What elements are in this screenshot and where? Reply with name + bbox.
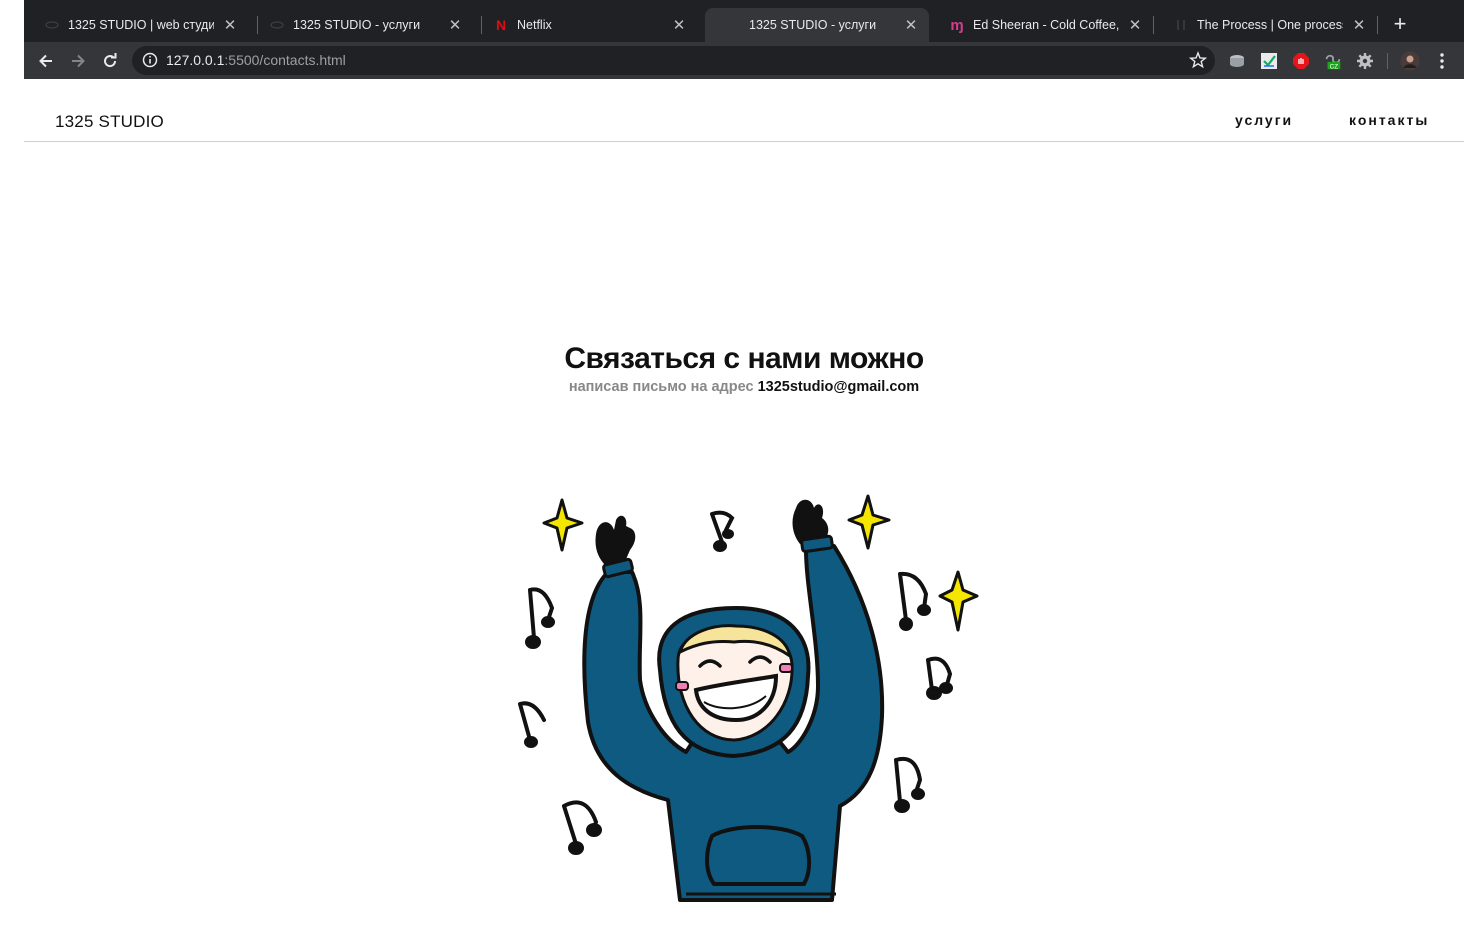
browser-tab-active[interactable]: 1325 STUDIO - услуги ✕: [705, 8, 929, 42]
left-blush: [675, 681, 689, 691]
music-note-icon: [894, 757, 925, 813]
contact-text: написав письмо на адрес: [568, 379, 754, 395]
tab-title: 1325 STUDIO - услуги: [749, 18, 877, 32]
blank-favicon: [725, 17, 741, 33]
forward-arrow-icon[interactable]: [66, 49, 90, 73]
cheering-character-illustration: [518, 494, 979, 902]
site-icon: [1173, 17, 1189, 33]
extension-check-icon[interactable]: [1259, 51, 1279, 71]
music-note-icon: [710, 510, 735, 552]
more-menu-icon[interactable]: [1432, 51, 1452, 71]
browser-tab[interactable]: ɱ Ed Sheeran - Cold Coffee, and ✕: [929, 8, 1153, 42]
sparkle-icon: [938, 570, 979, 632]
site-logo[interactable]: 1325 STUDIO: [55, 112, 164, 132]
tab-strip: 1325 STUDIO | web студия ✕ 1325 STUDIO -…: [24, 0, 1464, 42]
page-heading: Связаться с нами можно: [564, 342, 924, 375]
url-path: :5500/contacts.html: [224, 52, 346, 68]
site-icon: [44, 17, 60, 33]
close-icon[interactable]: ✕: [1127, 17, 1143, 34]
right-cuff: [800, 534, 834, 554]
close-icon[interactable]: ✕: [903, 17, 919, 34]
music-note-icon: [562, 800, 602, 855]
browser-tab[interactable]: The Process | One process fo ✕: [1153, 8, 1377, 42]
close-icon[interactable]: ✕: [447, 17, 463, 34]
tab-title: The Process | One process fo: [1197, 18, 1343, 32]
sparkle-icon: [542, 498, 584, 552]
info-icon[interactable]: [142, 52, 158, 68]
music-note-icon: [525, 587, 555, 649]
sparkle-icon: [847, 494, 891, 550]
tab-title: 1325 STUDIO - услуги: [293, 18, 421, 32]
browser-toolbar: 127.0.0.1:5500/contacts.html CZ: [24, 42, 1464, 79]
nav-link-contacts[interactable]: контакты: [1349, 112, 1429, 128]
tab-title: 1325 STUDIO | web студия: [68, 18, 214, 32]
tab-divider: [1377, 16, 1378, 34]
browser-window-chrome: 1325 STUDIO | web студия ✕ 1325 STUDIO -…: [24, 0, 1464, 79]
settings-gear-icon[interactable]: [1355, 51, 1375, 71]
url-text: 127.0.0.1:5500/contacts.html: [166, 52, 346, 68]
site-icon: [269, 17, 285, 33]
browser-tab[interactable]: 1325 STUDIO - услуги ✕: [249, 8, 473, 42]
browser-tab[interactable]: N Netflix ✕: [473, 8, 697, 42]
reload-icon[interactable]: [98, 49, 122, 73]
tab-title: Ed Sheeran - Cold Coffee, and: [973, 18, 1119, 32]
extension-vpn-icon[interactable]: CZ: [1323, 51, 1343, 71]
bookmark-star-icon[interactable]: [1188, 51, 1208, 69]
right-blush: [779, 663, 793, 673]
tab-title: Netflix: [517, 18, 552, 32]
url-host: 127.0.0.1: [166, 52, 225, 68]
nav-link-services[interactable]: услуги: [1235, 112, 1293, 128]
close-icon[interactable]: ✕: [1351, 17, 1367, 34]
music-note-icon: [518, 701, 546, 748]
music-note-icon: [926, 656, 953, 700]
address-bar[interactable]: 127.0.0.1:5500/contacts.html: [132, 46, 1215, 75]
contact-line: написав письмо на адрес 1325studio@gmail…: [0, 379, 1464, 395]
close-icon[interactable]: ✕: [671, 17, 687, 34]
close-icon[interactable]: ✕: [222, 17, 238, 34]
toolbar-divider: [1387, 53, 1388, 69]
site-header: 1325 STUDIO услуги контакты: [24, 79, 1464, 142]
musixmatch-icon: ɱ: [950, 16, 964, 34]
extension-db-icon[interactable]: [1227, 51, 1247, 71]
music-note-icon: [898, 571, 931, 631]
extension-badge: CZ: [1330, 63, 1339, 70]
new-tab-button[interactable]: +: [1388, 12, 1412, 36]
profile-avatar[interactable]: [1400, 51, 1420, 71]
email-link[interactable]: 1325studio@gmail.com: [758, 379, 920, 395]
back-arrow-icon[interactable]: [34, 49, 58, 73]
adblock-icon[interactable]: [1291, 51, 1311, 71]
netflix-icon: N: [495, 17, 507, 33]
browser-tab[interactable]: 1325 STUDIO | web студия ✕: [24, 8, 248, 42]
